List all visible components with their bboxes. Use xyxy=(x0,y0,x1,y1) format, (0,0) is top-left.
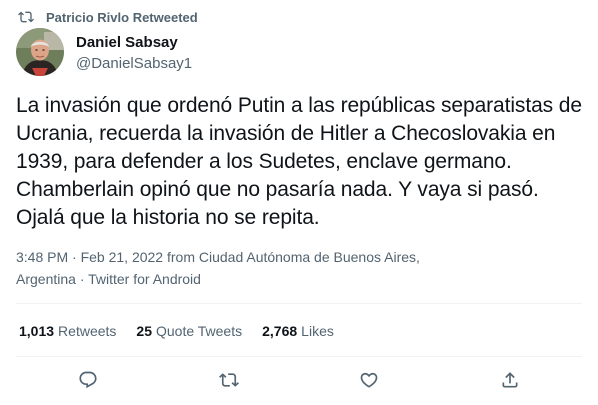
quote-tweets-label: Quote Tweets xyxy=(155,323,243,339)
tweet-meta: 3:48 PM · Feb 21, 2022 from Ciudad Autón… xyxy=(16,246,576,290)
tweet-text: La invasión que ordenó Putin a las repúb… xyxy=(16,94,582,229)
likes-count: 2,768 xyxy=(262,323,298,339)
action-bar xyxy=(0,370,598,394)
author-name[interactable]: Daniel Sabsay xyxy=(76,33,192,52)
retweet-button[interactable] xyxy=(217,370,241,394)
divider xyxy=(16,303,582,304)
heart-icon xyxy=(359,370,379,395)
share-button[interactable] xyxy=(498,370,522,394)
retweet-header-text: Patricio Rivlo Retweeted xyxy=(46,9,198,25)
like-button[interactable] xyxy=(357,370,381,394)
quote-tweets-count: 25 xyxy=(136,323,152,339)
author-info[interactable]: Daniel Sabsay @DanielSabsay1 xyxy=(76,33,192,74)
retweets-stat[interactable]: 1,013 Retweets xyxy=(19,321,116,341)
likes-label: Likes xyxy=(301,323,334,339)
retweet-icon xyxy=(18,9,34,25)
tweet-meta-line2[interactable]: Argentina · Twitter for Android xyxy=(16,268,576,290)
avatar[interactable] xyxy=(16,28,64,76)
divider xyxy=(16,356,582,357)
tweet-card: Patricio Rivlo Retweeted Daniel Sabsay @… xyxy=(0,0,598,405)
likes-stat[interactable]: 2,768 Likes xyxy=(262,321,334,341)
tweet-meta-line1[interactable]: 3:48 PM · Feb 21, 2022 from Ciudad Autón… xyxy=(16,246,576,268)
tweet-stats: 1,013 Retweets 25 Quote Tweets 2,768 Likes xyxy=(19,321,354,341)
reply-icon xyxy=(78,370,98,395)
author-handle[interactable]: @DanielSabsay1 xyxy=(76,54,192,74)
retweet-header[interactable]: Patricio Rivlo Retweeted xyxy=(16,8,198,26)
retweets-label: Retweets xyxy=(58,323,117,339)
reply-button[interactable] xyxy=(76,370,100,394)
share-icon xyxy=(500,370,520,395)
quote-tweets-stat[interactable]: 25 Quote Tweets xyxy=(136,321,242,341)
retweet-icon xyxy=(219,370,239,395)
retweets-count: 1,013 xyxy=(19,323,55,339)
